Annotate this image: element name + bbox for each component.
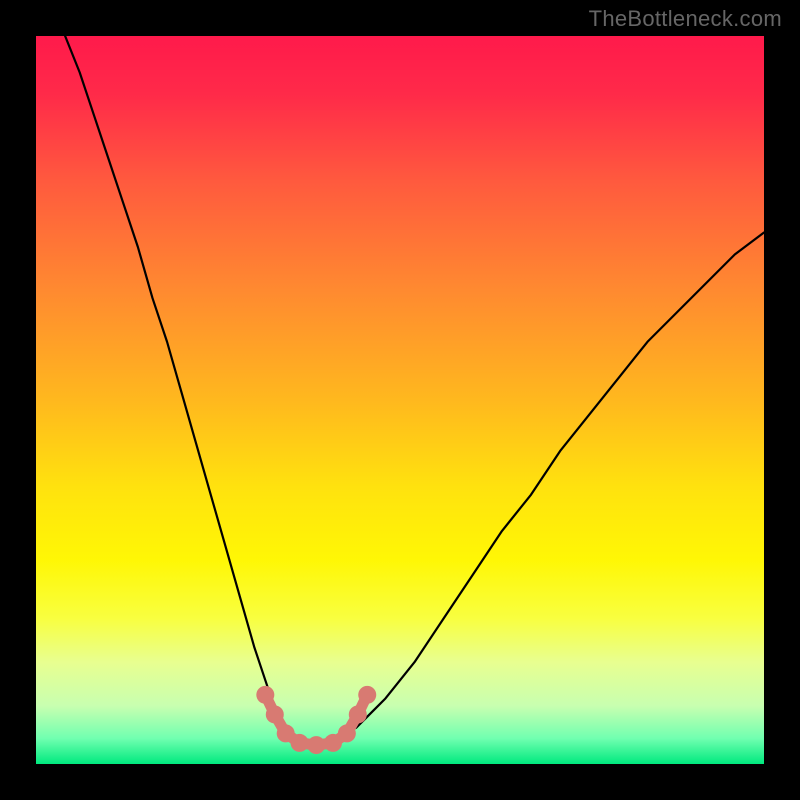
watermark-text: TheBottleneck.com xyxy=(589,6,782,32)
chart-canvas xyxy=(36,36,764,764)
plot-area xyxy=(36,36,764,764)
chart-frame: TheBottleneck.com xyxy=(0,0,800,800)
